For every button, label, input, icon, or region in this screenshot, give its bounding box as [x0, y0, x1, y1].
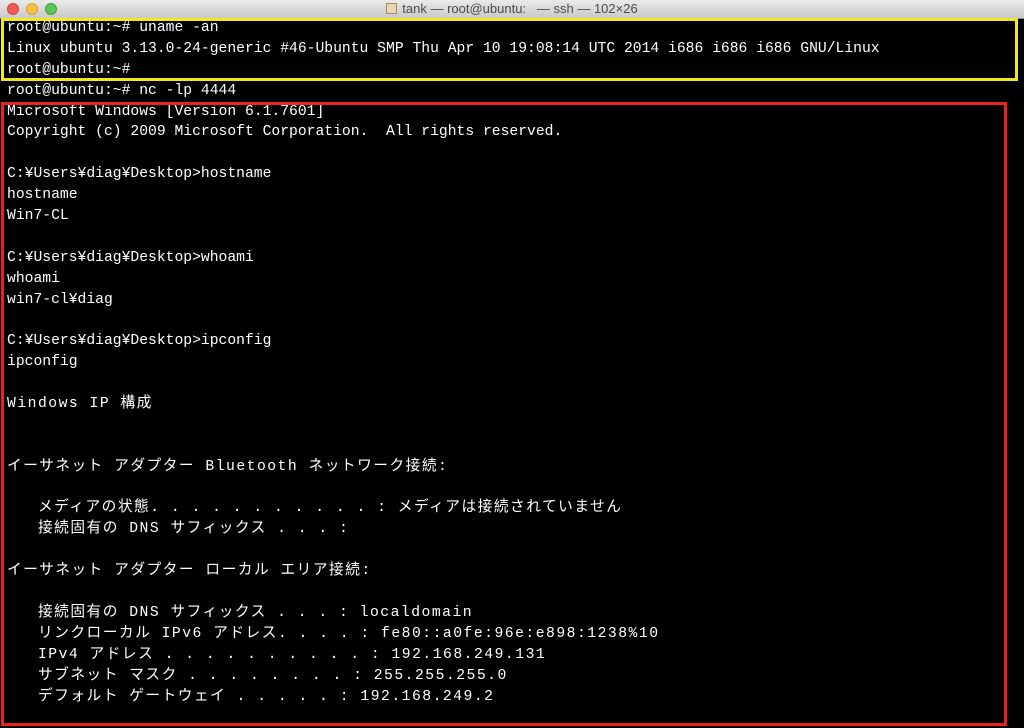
terminal-line: root@ubuntu:~# — [7, 61, 131, 78]
terminal-line: イーサネット アダプター ローカル エリア接続: — [7, 563, 372, 580]
terminal-line: リンクローカル IPv6 アドレス. . . . : fe80::a0fe:96… — [7, 625, 660, 642]
terminal-line: win7-cl¥diag — [7, 291, 113, 308]
terminal-line: Copyright (c) 2009 Microsoft Corporation… — [7, 124, 563, 141]
terminal-line: 接続固有の DNS サフィックス . . . : localdomain — [7, 604, 474, 621]
terminal-line: hostname — [7, 187, 78, 204]
terminal-line: サブネット マスク . . . . . . . . : 255.255.255.… — [7, 667, 508, 684]
terminal-output[interactable]: root@ubuntu:~# uname -an Linux ubuntu 3.… — [0, 18, 1024, 728]
terminal-line: Linux ubuntu 3.13.0-24-generic #46-Ubunt… — [7, 40, 880, 57]
terminal-line: C:¥Users¥diag¥Desktop>hostname — [7, 166, 272, 183]
terminal-line: C:¥Users¥diag¥Desktop>whoami — [7, 249, 254, 266]
window-title-wrap: tank — root@ubuntu: — ssh — 102×26 — [0, 1, 1024, 17]
terminal-line: IPv4 アドレス . . . . . . . . . . : 192.168.… — [7, 646, 547, 663]
terminal-line: 接続固有の DNS サフィックス . . . : — [7, 521, 350, 538]
terminal-line: イーサネット アダプター Bluetooth ネットワーク接続: — [7, 458, 449, 475]
terminal-line: whoami — [7, 270, 60, 287]
terminal-line: root@ubuntu:~# nc -lp 4444 — [7, 82, 237, 99]
terminal-line: デフォルト ゲートウェイ . . . . . : 192.168.249.2 — [7, 688, 495, 705]
terminal-line: root@ubuntu:~# uname -an — [7, 20, 219, 36]
window-title: tank — root@ubuntu: — ssh — 102×26 — [402, 1, 638, 16]
terminal-line: Windows IP 構成 — [7, 396, 153, 413]
terminal-line: メディアの状態. . . . . . . . . . . : メディアは接続され… — [7, 500, 623, 517]
title-bar[interactable]: tank — root@ubuntu: — ssh — 102×26 — [0, 0, 1024, 19]
terminal-line: C:¥Users¥diag¥Desktop>ipconfig — [7, 333, 272, 350]
terminal-line: Win7-CL — [7, 208, 69, 225]
terminal-line: ipconfig — [7, 354, 78, 371]
terminal-window: tank — root@ubuntu: — ssh — 102×26 root@… — [0, 0, 1024, 728]
home-folder-icon — [386, 3, 398, 14]
terminal-line: Microsoft Windows [Version 6.1.7601] — [7, 103, 325, 120]
